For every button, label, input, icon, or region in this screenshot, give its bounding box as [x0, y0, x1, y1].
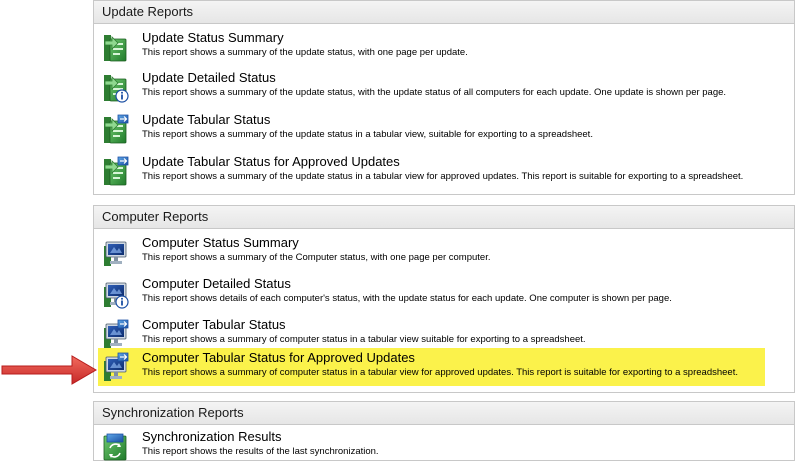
report-description: This report shows details of each comput…	[142, 293, 672, 304]
report-computer-status-summary[interactable]: Computer Status Summary This report show…	[98, 233, 698, 271]
report-description: This report shows a summary of the updat…	[142, 47, 468, 58]
report-title: Synchronization Results	[142, 429, 282, 444]
update-tabular-icon	[102, 113, 130, 145]
synchronization-reports-header: Synchronization Reports	[94, 401, 794, 425]
update-tabular-icon	[102, 155, 130, 187]
report-description: This report shows a summary of the updat…	[142, 87, 727, 98]
report-title: Computer Tabular Status for Approved Upd…	[142, 350, 415, 365]
red-arrow-icon	[1, 355, 97, 385]
report-title: Update Status Summary	[142, 30, 284, 45]
report-title: Computer Tabular Status	[142, 317, 286, 332]
computer-info-icon	[102, 277, 130, 309]
update-reports-header: Update Reports	[94, 0, 794, 24]
report-computer-detailed-status[interactable]: Computer Detailed Status This report sho…	[98, 274, 788, 312]
report-computer-tabular-approved[interactable]: Computer Tabular Status for Approved Upd…	[98, 348, 765, 386]
report-update-tabular-approved[interactable]: Update Tabular Status for Approved Updat…	[98, 152, 788, 190]
computer-tabular-icon	[102, 351, 130, 383]
report-title: Update Tabular Status for Approved Updat…	[142, 154, 400, 169]
synchronization-report-icon	[102, 430, 130, 462]
report-title: Update Detailed Status	[142, 70, 276, 85]
report-description: This report shows a summary of the updat…	[142, 129, 593, 140]
report-update-tabular-status[interactable]: Update Tabular Status This report shows …	[98, 110, 698, 148]
report-description: This report shows a summary of the updat…	[142, 171, 744, 182]
report-description: This report shows a summary of computer …	[142, 367, 738, 378]
report-update-detailed-status[interactable]: Update Detailed Status This report shows…	[98, 68, 788, 106]
computer-tabular-icon	[102, 318, 130, 350]
report-update-status-summary[interactable]: Update Status Summary This report shows …	[98, 28, 698, 66]
report-description: This report shows a summary of computer …	[142, 334, 586, 345]
synchronization-reports-panel: Synchronization Reports Synchronization …	[93, 401, 795, 461]
report-title: Computer Status Summary	[142, 235, 299, 250]
report-synchronization-results[interactable]: Synchronization Results This report show…	[98, 427, 698, 465]
report-title: Update Tabular Status	[142, 112, 271, 127]
update-reports-panel: Update Reports Update Status Summary Thi…	[93, 0, 795, 195]
computer-report-icon	[102, 236, 130, 268]
report-description: This report shows a summary of the Compu…	[142, 252, 491, 263]
report-description: This report shows the results of the las…	[142, 446, 379, 457]
update-info-icon	[102, 71, 130, 103]
report-title: Computer Detailed Status	[142, 276, 291, 291]
computer-reports-panel: Computer Reports Computer Status Summary…	[93, 205, 795, 393]
computer-reports-header: Computer Reports	[94, 205, 794, 229]
update-report-icon	[102, 31, 130, 63]
